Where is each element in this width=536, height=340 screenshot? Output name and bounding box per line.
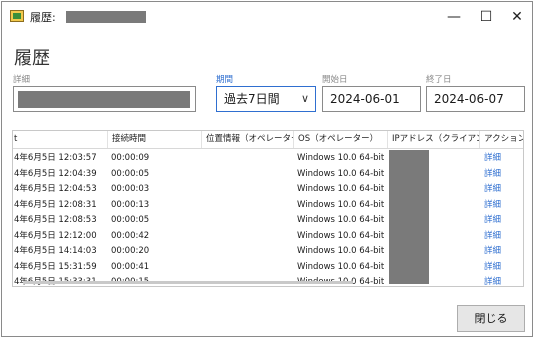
- cell-action-link[interactable]: 詳細: [484, 151, 501, 167]
- cell-os: Windows 10.0 64-bit: [297, 184, 385, 194]
- cell-duration: 00:00:05: [111, 168, 150, 179]
- table-row[interactable]: 4年6月5日 12:12:00 00:00:42 Windows 10.0 64-b…: [13, 229, 523, 245]
- end-date-field[interactable]: 2024-06-07: [426, 86, 525, 112]
- redacted-title-text: [66, 11, 146, 23]
- close-window-button[interactable]: ✕: [502, 5, 532, 29]
- cell-action-link[interactable]: 詳細: [484, 182, 501, 198]
- cell-os: Windows 10.0 64-bit: [297, 153, 385, 163]
- end-date-value: 2024-06-07: [434, 92, 504, 106]
- cell-time: 4年6月5日 12:04:53: [14, 184, 97, 194]
- detail-field[interactable]: [13, 86, 196, 112]
- minimize-button[interactable]: —: [439, 5, 469, 29]
- start-date-label: 開始日: [322, 75, 348, 85]
- cell-time: 4年6月5日 12:08:31: [14, 199, 97, 210]
- detail-label: 詳細: [13, 75, 31, 85]
- column-header-action[interactable]: アクション: [479, 131, 523, 148]
- period-label: 期間: [216, 75, 234, 85]
- app-icon: [10, 10, 24, 22]
- cell-action-link[interactable]: 詳細: [484, 229, 501, 245]
- history-table[interactable]: t 接続時間 位置情報（オペレーター） OS（オペレーター） IPアドレス（クラ…: [12, 130, 524, 287]
- cell-os: Windows 10.0 64-bit: [297, 168, 385, 179]
- cell-action-link[interactable]: 詳細: [484, 213, 501, 229]
- table-header: t 接続時間 位置情報（オペレーター） OS（オペレーター） IPアドレス（クラ…: [13, 131, 523, 149]
- cell-duration: 00:00:13: [111, 199, 150, 210]
- table-row[interactable]: 4年6月5日 12:04:53 00:00:03 Windows 10.0 64-b…: [13, 182, 523, 198]
- window-title: 履歴:: [30, 11, 56, 24]
- cell-action-link[interactable]: 詳細: [484, 167, 501, 183]
- cell-duration: 00:00:42: [111, 230, 150, 241]
- cell-time: 4年6月5日 12:08:53: [14, 215, 97, 225]
- cell-time: 4年6月5日 12:12:00: [14, 230, 97, 241]
- cell-duration: 00:00:03: [111, 184, 150, 194]
- cell-time: 4年6月5日 12:03:57: [14, 153, 97, 163]
- column-header-ip[interactable]: IPアドレス（クライアント）: [387, 131, 479, 148]
- table-row[interactable]: 4年6月5日 12:08:53 00:00:05 Windows 10.0 64-b…: [13, 213, 523, 229]
- cell-os: Windows 10.0 64-bit: [297, 230, 385, 241]
- chevron-down-icon: ∨: [300, 92, 309, 105]
- cell-time: 4年6月5日 12:04:39: [14, 168, 97, 179]
- cell-os: Windows 10.0 64-bit: [297, 261, 385, 272]
- cell-os: Windows 10.0 64-bit: [297, 199, 385, 210]
- start-date-value: 2024-06-01: [330, 92, 400, 106]
- table-row[interactable]: 4年6月5日 12:04:39 00:00:05 Windows 10.0 64-b…: [13, 167, 523, 183]
- cell-duration: 00:00:20: [111, 246, 150, 256]
- cell-os: Windows 10.0 64-bit: [297, 246, 385, 256]
- maximize-button[interactable]: ☐: [471, 5, 501, 29]
- history-window: 履歴: — ☐ ✕ 履歴 詳細 期間 過去7日間 ∨ 開始日 2024-06-0…: [1, 1, 533, 337]
- page-title: 履歴: [14, 48, 50, 69]
- cell-os: Windows 10.0 64-bit: [297, 215, 385, 225]
- close-button[interactable]: 閉じる: [457, 305, 525, 332]
- cell-time: 4年6月5日 15:31:59: [14, 261, 97, 272]
- cell-duration: 00:00:05: [111, 215, 150, 225]
- column-header-time[interactable]: t: [13, 131, 108, 148]
- cell-time: 4年6月5日 14:14:03: [14, 246, 97, 256]
- cell-action-link[interactable]: 詳細: [484, 244, 501, 260]
- cell-action-link[interactable]: 詳細: [484, 275, 501, 286]
- period-select[interactable]: 過去7日間 ∨: [216, 86, 316, 112]
- period-value: 過去7日間: [224, 92, 280, 106]
- cell-action-link[interactable]: 詳細: [484, 260, 501, 276]
- cell-duration: 00:00:41: [111, 261, 150, 272]
- redacted-detail-value: [18, 91, 190, 108]
- horizontal-scrollbar[interactable]: [23, 281, 353, 284]
- cell-duration: 00:00:09: [111, 153, 150, 163]
- table-row[interactable]: 4年6月5日 14:14:03 00:00:20 Windows 10.0 64-b…: [13, 244, 523, 260]
- table-row[interactable]: 4年6月5日 15:31:59 00:00:41 Windows 10.0 64-b…: [13, 260, 523, 276]
- title-bar: 履歴: — ☐ ✕: [2, 2, 532, 32]
- column-header-location[interactable]: 位置情報（オペレーター）: [201, 131, 293, 148]
- table-row[interactable]: 4年6月5日 12:08:31 00:00:13 Windows 10.0 64-b…: [13, 198, 523, 214]
- redacted-ip-column: [389, 150, 429, 284]
- table-row[interactable]: 4年6月5日 12:03:57 00:00:09 Windows 10.0 64-b…: [13, 151, 523, 167]
- column-header-duration[interactable]: 接続時間: [107, 131, 201, 148]
- column-header-os[interactable]: OS（オペレーター）: [293, 131, 387, 148]
- end-date-label: 終了日: [426, 75, 452, 85]
- start-date-field[interactable]: 2024-06-01: [322, 86, 421, 112]
- cell-action-link[interactable]: 詳細: [484, 198, 501, 214]
